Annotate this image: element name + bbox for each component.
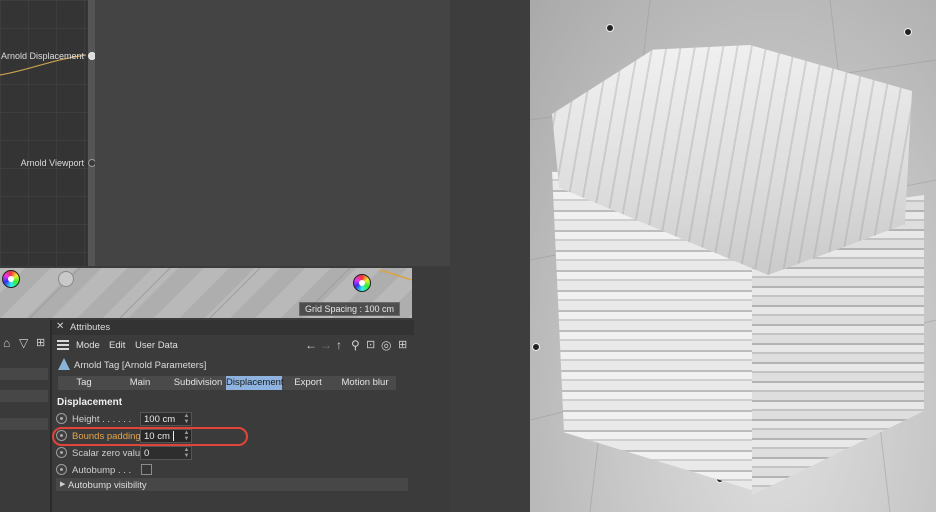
- tab-tag[interactable]: Tag: [58, 376, 110, 390]
- param-label: Autobump . . .: [72, 465, 132, 476]
- menu-edit[interactable]: Edit: [109, 340, 125, 351]
- render-view[interactable]: [530, 0, 936, 512]
- node-editor-canvas[interactable]: Arnold Displacement Arnold Viewport: [0, 0, 90, 266]
- back-arrow-icon[interactable]: ←: [305, 338, 317, 352]
- floor-marker: [532, 343, 540, 351]
- new-window-icon[interactable]: ⊞: [36, 336, 45, 349]
- viewport[interactable]: Grid Spacing : 100 cm: [0, 268, 412, 318]
- scalar-zero-value-input[interactable]: 0 ▲ ▼: [140, 446, 192, 460]
- param-height: Height . . . . . . 100 cm ▲ ▼: [52, 411, 414, 427]
- field-value: 0: [144, 448, 150, 459]
- height-input[interactable]: 100 cm ▲ ▼: [140, 412, 192, 426]
- section-title: Displacement: [57, 397, 123, 408]
- close-icon[interactable]: ✕: [56, 321, 64, 332]
- list-item[interactable]: [0, 368, 48, 380]
- attributes-menubar: Mode Edit User Data ← → ↑ ⚲ ⊡ ◎ ⊞: [52, 336, 414, 354]
- new-window-icon[interactable]: ⊞: [398, 338, 407, 351]
- autobump-checkbox[interactable]: [141, 464, 152, 475]
- grid-spacing-readout: Grid Spacing : 100 cm: [298, 302, 400, 316]
- attributes-panel: ✕ Attributes Mode Edit User Data ← → ↑ ⚲…: [52, 320, 414, 512]
- param-label: Height . . . . . .: [72, 414, 132, 425]
- tab-export[interactable]: Export: [282, 376, 334, 390]
- spinner-icon[interactable]: ▲ ▼: [183, 447, 190, 459]
- annotation-highlight: [52, 427, 248, 446]
- param-scalar-zero-value: Scalar zero value 0 ▲ ▼: [52, 445, 414, 461]
- list-item[interactable]: [0, 390, 48, 402]
- hamburger-menu-icon[interactable]: [57, 340, 69, 350]
- node-connection-wire: [0, 54, 87, 76]
- expand-arrow-icon[interactable]: ▶: [60, 480, 65, 488]
- spinner-icon[interactable]: ▲ ▼: [183, 413, 190, 425]
- arnold-logo-icon: [58, 358, 70, 370]
- list-item[interactable]: [0, 418, 48, 430]
- param-autobump: Autobump . . .: [52, 462, 414, 478]
- search-icon[interactable]: ⚲: [351, 338, 360, 352]
- tab-main[interactable]: Main: [110, 376, 170, 390]
- home-icon[interactable]: ⌂: [3, 336, 10, 350]
- light-icon: [58, 271, 74, 287]
- forward-arrow-icon[interactable]: →: [320, 338, 332, 352]
- menu-mode[interactable]: Mode: [76, 340, 100, 351]
- tab-bar: Tag Main Subdivision Displacement Export…: [58, 376, 396, 390]
- group-label: Autobump visibility: [68, 480, 147, 491]
- filter-icon[interactable]: ▽: [19, 336, 28, 350]
- object-label: Arnold Tag [Arnold Parameters]: [74, 360, 207, 371]
- lock-icon[interactable]: ⊡: [366, 338, 375, 351]
- object-manager-panel: ⌂ ▽ ⊞: [0, 320, 52, 512]
- animation-keyframe-icon[interactable]: [56, 447, 67, 458]
- floor-marker: [606, 24, 614, 32]
- port-label-arnold-displacement: Arnold Displacement: [0, 51, 84, 61]
- port-label-arnold-viewport: Arnold Viewport: [20, 158, 84, 168]
- node-editor-divider[interactable]: [88, 0, 95, 266]
- panel-gap: [450, 0, 530, 512]
- animation-keyframe-icon[interactable]: [56, 413, 67, 424]
- tab-motion-blur[interactable]: Motion blur: [334, 376, 396, 390]
- tab-subdivision[interactable]: Subdivision: [170, 376, 226, 390]
- field-value: 100 cm: [144, 414, 176, 425]
- attributes-header: ✕ Attributes: [52, 320, 414, 335]
- target-icon[interactable]: ◎: [381, 338, 391, 352]
- color-wheel-icon[interactable]: [353, 274, 371, 292]
- empty-panel: [95, 0, 450, 266]
- tab-displacement[interactable]: Displacement: [226, 376, 284, 390]
- floor-marker: [904, 28, 912, 36]
- menu-user-data[interactable]: User Data: [135, 340, 178, 351]
- param-label: Scalar zero value: [72, 448, 146, 459]
- autobump-visibility-group[interactable]: ▶ Autobump visibility: [56, 478, 408, 491]
- color-wheel-icon[interactable]: [2, 270, 20, 288]
- up-arrow-icon[interactable]: ↑: [336, 338, 342, 352]
- object-row: Arnold Tag [Arnold Parameters]: [52, 356, 414, 372]
- animation-keyframe-icon[interactable]: [56, 464, 67, 475]
- panel-title: Attributes: [70, 322, 111, 333]
